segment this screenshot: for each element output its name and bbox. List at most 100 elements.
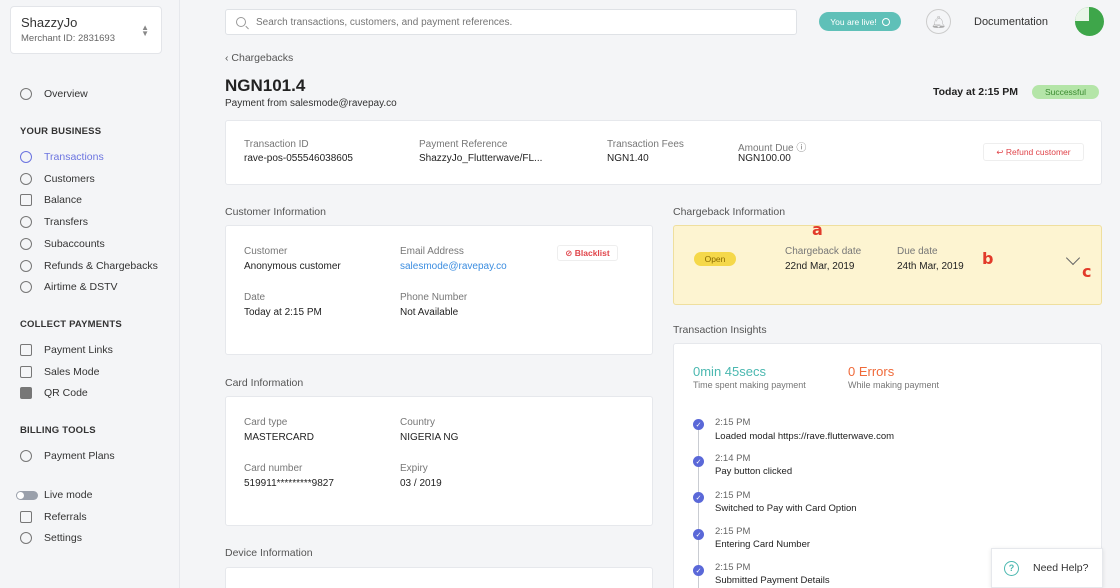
fees: NGN1.40 bbox=[607, 153, 649, 164]
event-time: 2:15 PM bbox=[715, 490, 751, 501]
sidebar-item-label: Sales Mode bbox=[44, 366, 100, 378]
customer-email[interactable]: salesmode@ravepay.co bbox=[400, 261, 507, 272]
card-expiry: 03 / 2019 bbox=[400, 478, 442, 489]
sidebar-item-label: Referrals bbox=[44, 511, 87, 523]
chargeback-status-badge: Open bbox=[694, 252, 736, 266]
customer-section-title: Customer Information bbox=[225, 206, 326, 218]
search-bar[interactable] bbox=[225, 9, 797, 35]
sidebar-item-subaccounts[interactable]: Subaccounts bbox=[20, 238, 105, 250]
sidebar-item-airtime[interactable]: Airtime & DSTV bbox=[20, 281, 118, 293]
device-section-title: Device Information bbox=[225, 547, 313, 559]
sidebar-item-label: Airtime & DSTV bbox=[44, 281, 118, 293]
sidebar-item-label: Overview bbox=[44, 88, 88, 100]
device-card bbox=[225, 567, 653, 588]
toggle-switch[interactable] bbox=[16, 490, 38, 500]
avatar[interactable] bbox=[1075, 7, 1104, 36]
customer-name: Anonymous customer bbox=[244, 261, 341, 272]
sidebar-item-transactions[interactable]: Transactions bbox=[20, 151, 104, 163]
sidebar-item-balance[interactable]: Balance bbox=[20, 194, 82, 206]
chargeback-section-title: Chargeback Information bbox=[673, 206, 786, 218]
sidebar-item-sales-mode[interactable]: Sales Mode bbox=[20, 366, 99, 378]
need-help-button[interactable]: ? Need Help? bbox=[991, 548, 1103, 588]
page-title: NGN101.4 bbox=[225, 76, 306, 95]
timeline-line bbox=[698, 424, 699, 588]
card-type-label: Card type bbox=[244, 417, 288, 428]
transaction-time: Today at 2:15 PM bbox=[933, 86, 1018, 98]
subaccounts-icon bbox=[20, 238, 32, 250]
section-your-business: YOUR BUSINESS bbox=[20, 126, 102, 137]
transaction-id-label: Transaction ID bbox=[244, 139, 309, 150]
check-icon: ✓ bbox=[693, 492, 704, 503]
amount-due-label: Amount Due ⓘ bbox=[738, 143, 807, 154]
live-status-label: You are live! bbox=[830, 16, 877, 27]
breadcrumb-back[interactable]: ‹ Chargebacks bbox=[225, 52, 293, 64]
card-section-title: Card Information bbox=[225, 377, 304, 389]
event-text: Entering Card Number bbox=[715, 539, 811, 550]
sidebar-item-label: Subaccounts bbox=[44, 238, 105, 250]
tag-icon bbox=[20, 366, 32, 378]
sidebar-item-overview[interactable]: Overview bbox=[20, 88, 88, 100]
transactions-icon bbox=[20, 151, 32, 163]
payment-source: Payment from salesmode@ravepay.co bbox=[225, 98, 397, 109]
gear-icon bbox=[20, 532, 32, 544]
live-status-badge[interactable]: You are live! bbox=[819, 12, 901, 31]
blacklist-button[interactable]: ⊘ Blacklist bbox=[557, 245, 618, 261]
sidebar-item-label: Transactions bbox=[44, 151, 104, 163]
annotation-marker-b: b bbox=[982, 249, 994, 268]
sidebar: ShazzyJo Merchant ID: 2831693 ▲ ▼ Overvie… bbox=[0, 0, 180, 588]
insights-section-title: Transaction Insights bbox=[673, 324, 767, 336]
fees-label: Transaction Fees bbox=[607, 139, 684, 150]
payment-ref: ShazzyJo_Flutterwave/FL... bbox=[419, 153, 543, 164]
chevron-updown-icon: ▲ ▼ bbox=[141, 23, 149, 38]
event-time: 2:15 PM bbox=[715, 562, 751, 573]
plans-icon bbox=[20, 450, 32, 462]
customers-icon bbox=[20, 173, 32, 185]
date-label: Date bbox=[244, 292, 266, 303]
card-number-label: Card number bbox=[244, 463, 303, 474]
overview-icon bbox=[20, 88, 32, 100]
refund-label: Refund customer bbox=[1005, 147, 1071, 157]
live-mode-label: Live mode bbox=[44, 489, 93, 501]
sidebar-item-referrals[interactable]: Referrals bbox=[20, 511, 87, 523]
check-icon: ✓ bbox=[693, 456, 704, 467]
time-spent-value: 0min 45secs bbox=[693, 364, 766, 379]
event-text: Switched to Pay with Card Option bbox=[715, 503, 857, 514]
event-time: 2:14 PM bbox=[715, 453, 751, 464]
refund-customer-button[interactable]: ↩ Refund customer bbox=[983, 143, 1084, 161]
sidebar-item-label: Payment Links bbox=[44, 344, 113, 356]
check-icon: ✓ bbox=[693, 529, 704, 540]
event-time: 2:15 PM bbox=[715, 526, 751, 537]
chargeback-date: 22nd Mar, 2019 bbox=[785, 261, 855, 272]
amount-due: NGN100.00 bbox=[738, 153, 791, 164]
sidebar-item-label: Transfers bbox=[44, 216, 88, 228]
help-icon: ? bbox=[1004, 560, 1019, 576]
sidebar-item-label: Payment Plans bbox=[44, 450, 115, 462]
sidebar-item-customers[interactable]: Customers bbox=[20, 173, 95, 185]
sidebar-item-refunds[interactable]: Refunds & Chargebacks bbox=[20, 260, 158, 272]
documentation-link[interactable]: Documentation bbox=[974, 16, 1048, 28]
live-mode-toggle[interactable]: Live mode bbox=[16, 489, 92, 501]
section-billing-tools: BILLING TOOLS bbox=[20, 425, 96, 436]
sidebar-item-settings[interactable]: Settings bbox=[20, 532, 82, 544]
card-info-card bbox=[225, 396, 653, 526]
sidebar-item-payment-links[interactable]: Payment Links bbox=[20, 344, 113, 356]
annotation-marker-a: a bbox=[812, 220, 823, 239]
chargeback-card[interactable] bbox=[673, 225, 1102, 305]
summary-card bbox=[225, 120, 1102, 185]
airtime-icon bbox=[20, 281, 32, 293]
check-icon: ✓ bbox=[693, 565, 704, 576]
search-icon bbox=[236, 17, 246, 27]
bell-icon[interactable]: 🔔︎ bbox=[926, 9, 951, 34]
sidebar-item-qr-code[interactable]: QR Code bbox=[20, 387, 88, 399]
sidebar-item-payment-plans[interactable]: Payment Plans bbox=[20, 450, 115, 462]
need-help-label: Need Help? bbox=[1033, 562, 1089, 574]
qr-code-icon bbox=[20, 387, 32, 399]
search-input[interactable] bbox=[256, 16, 776, 28]
wallet-icon bbox=[20, 194, 32, 206]
transaction-id: rave-pos-055546038605 bbox=[244, 153, 353, 164]
sidebar-item-transfers[interactable]: Transfers bbox=[20, 216, 88, 228]
customer-date: Today at 2:15 PM bbox=[244, 307, 322, 318]
merchant-switcher[interactable]: ShazzyJo Merchant ID: 2831693 ▲ ▼ bbox=[10, 6, 162, 54]
card-number: 519911*********9827 bbox=[244, 478, 334, 489]
chargeback-date-label: Chargeback date bbox=[785, 246, 862, 257]
